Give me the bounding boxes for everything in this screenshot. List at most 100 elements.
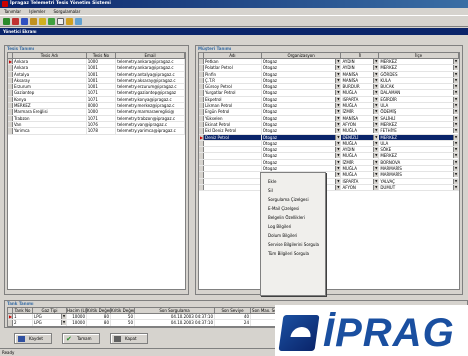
plus-icon[interactable] [3, 18, 10, 25]
table-cell[interactable]: LPG [33, 314, 67, 320]
table-cell[interactable]: 50 [111, 314, 135, 320]
column-header[interactable]: Gaz Tipi [33, 308, 67, 313]
table-cell-combo[interactable]: GÖRDES [379, 71, 459, 77]
table-cell[interactable]: telemetry.ankara@ipragaz.c [116, 65, 185, 71]
table-cell-combo[interactable]: DALAMAN [379, 90, 459, 96]
table-row[interactable]: OtogazAFYONDUMUT [199, 184, 459, 192]
ctx-belgelin-ozellikleri[interactable]: Belgelin Özellikleri [261, 213, 325, 222]
table-cell-combo[interactable]: BUCAK [379, 84, 459, 90]
table-cell-combo[interactable]: MARMARİS [379, 172, 459, 178]
table-cell[interactable]: 1001 [87, 65, 117, 71]
table-cell-combo[interactable]: Otogaz [262, 90, 342, 96]
table-cell[interactable]: Van [13, 121, 87, 128]
table-cell-combo[interactable]: BORNOVA [379, 159, 459, 166]
table-cell[interactable]: telemetry.gaziantep@ipragaz [116, 90, 185, 96]
table-cell[interactable]: 1071 [87, 96, 117, 103]
table-cell-combo[interactable]: Otogaz [262, 109, 342, 115]
table-cell[interactable]: 40 [215, 314, 251, 320]
table-cell-combo[interactable]: Otogaz [262, 59, 342, 65]
table-cell[interactable]: 04.10.2003 04:37:10 [135, 314, 215, 320]
table-cell[interactable]: 0000 [87, 103, 117, 109]
table-cell[interactable]: 50 [111, 320, 135, 326]
column-header[interactable]: Son Seviye [215, 308, 251, 313]
table-cell-combo[interactable]: MARMARİS [379, 166, 459, 172]
table-cell[interactable]: 1000 [87, 109, 117, 115]
table-cell[interactable]: Konya [13, 96, 87, 103]
table-cell[interactable]: 80 [87, 314, 111, 320]
table-cell-combo[interactable]: SALİHLİ [379, 115, 459, 121]
table-cell-combo[interactable]: Otogaz [262, 159, 342, 166]
table-cell-combo[interactable]: ISPARTA [341, 96, 380, 103]
document-icon[interactable] [57, 18, 64, 25]
table-cell[interactable]: telemetry.merkez@ipragaz.c [116, 103, 185, 109]
table-cell[interactable]: 1071 [87, 115, 117, 121]
table-cell[interactable]: telemetry.yarimca@ipragaz.c [116, 128, 185, 134]
table-cell-combo[interactable]: Otogaz [262, 166, 342, 172]
table-cell[interactable]: 1071 [87, 90, 117, 96]
menu-tanimlar[interactable]: Tanımlar [4, 9, 21, 14]
table-cell[interactable] [204, 159, 262, 166]
table-cell[interactable]: Yükselen [204, 115, 262, 121]
table-cell-combo[interactable]: Otogaz [262, 84, 342, 90]
table-cell-combo[interactable]: Otogaz [262, 65, 342, 71]
table-cell-combo[interactable]: MERKEZ [379, 121, 459, 128]
table-cell-combo[interactable]: AYDIN [341, 147, 380, 153]
table-cell[interactable]: Ç.T.R [204, 77, 262, 84]
table-cell-combo[interactable]: MUĞLA [341, 103, 380, 109]
table-cell-combo[interactable]: Otogaz [262, 71, 342, 77]
table-cell-combo[interactable]: AYDIN [341, 65, 380, 71]
table-cell[interactable]: 1001 [87, 84, 117, 90]
table-row[interactable]: Yarimca 1078 telemetry.yarimca@ipragaz.c [8, 128, 185, 135]
table-cell[interactable]: Likman Petrol [204, 103, 262, 109]
table-cell[interactable] [204, 147, 262, 153]
table-cell-combo[interactable]: İZMİR [341, 159, 380, 166]
table-cell-combo[interactable]: Otogaz [261, 134, 342, 140]
table-cell[interactable]: Aksaray [13, 77, 87, 84]
table-cell-combo[interactable]: Otogaz [262, 147, 342, 153]
table-cell-combo[interactable]: ÖDEMİŞ [379, 109, 459, 115]
tesis-grid[interactable]: Tesis Adı Tesis No Email ▶ Ankara 1000 tele… [7, 52, 186, 290]
table-cell-combo[interactable]: ULA [379, 140, 459, 147]
table-cell-combo[interactable]: İZMİR [341, 109, 380, 115]
table-cell[interactable]: Gürsoy Petrol [204, 84, 262, 90]
table-cell-combo[interactable]: MUĞLA [341, 128, 380, 134]
table-cell-combo[interactable]: EĞİRDİR [379, 96, 459, 103]
table-cell-combo[interactable]: AYDIN [341, 59, 380, 65]
menu-sorgulamalar[interactable]: Sorgulamalar [54, 9, 81, 14]
table-cell[interactable]: Deniz Petrol [203, 134, 262, 140]
table-cell-combo[interactable]: MUĞLA [341, 153, 380, 159]
table-cell-combo[interactable]: AFYON [341, 184, 380, 191]
table-cell[interactable]: 10000 [67, 314, 87, 320]
table-cell-combo[interactable]: MERKEZ [379, 65, 459, 71]
ctx-log-bilgileri[interactable]: Log Bilgileri [261, 222, 325, 231]
col-tesis-adi[interactable]: Tesis Adı [13, 53, 87, 58]
table-cell[interactable]: 2 [13, 320, 33, 326]
column-header[interactable]: Kritik Değer (%) [111, 308, 135, 313]
ok-button[interactable]: ✔ Tamam [62, 333, 100, 344]
table-cell-combo[interactable]: Otogaz [262, 121, 342, 128]
table-cell[interactable]: telemetry.marmaraereglisi@ [116, 109, 185, 115]
table-cell-combo[interactable]: MUĞLA [341, 90, 380, 96]
table-cell-combo[interactable]: ULA [379, 103, 459, 109]
edit-icon[interactable] [48, 18, 55, 25]
table-cell-combo[interactable]: MANİSA [341, 77, 380, 84]
table-cell[interactable]: Antalya [13, 71, 87, 77]
table-cell[interactable] [204, 166, 262, 172]
table-cell[interactable]: telemetry.van@ipragaz.c [116, 121, 185, 128]
table-cell[interactable]: Ergün Petrol [204, 109, 262, 115]
table-cell[interactable]: Erzurum [13, 84, 87, 90]
table-cell[interactable]: telemetry.ankara@ipragaz.c [116, 59, 185, 65]
table-cell[interactable]: Trabzon [13, 115, 87, 121]
table-cell-combo[interactable]: SÖKE [379, 147, 459, 153]
table-cell[interactable]: Petkan [204, 59, 262, 65]
delete-icon[interactable] [12, 18, 19, 25]
table-cell-combo[interactable]: MANİSA [341, 115, 380, 121]
col-ilce[interactable]: İlçe [379, 53, 459, 58]
table-cell-combo[interactable]: DUMUT [379, 184, 459, 191]
palette-icon[interactable] [75, 18, 82, 25]
table-cell-combo[interactable]: FETHİYE [379, 128, 459, 134]
table-cell[interactable]: 1 [13, 314, 33, 320]
table-cell[interactable]: 1078 [87, 128, 117, 134]
table-cell[interactable]: LPG [33, 320, 67, 326]
table-cell-combo[interactable]: Otogaz [262, 128, 342, 134]
